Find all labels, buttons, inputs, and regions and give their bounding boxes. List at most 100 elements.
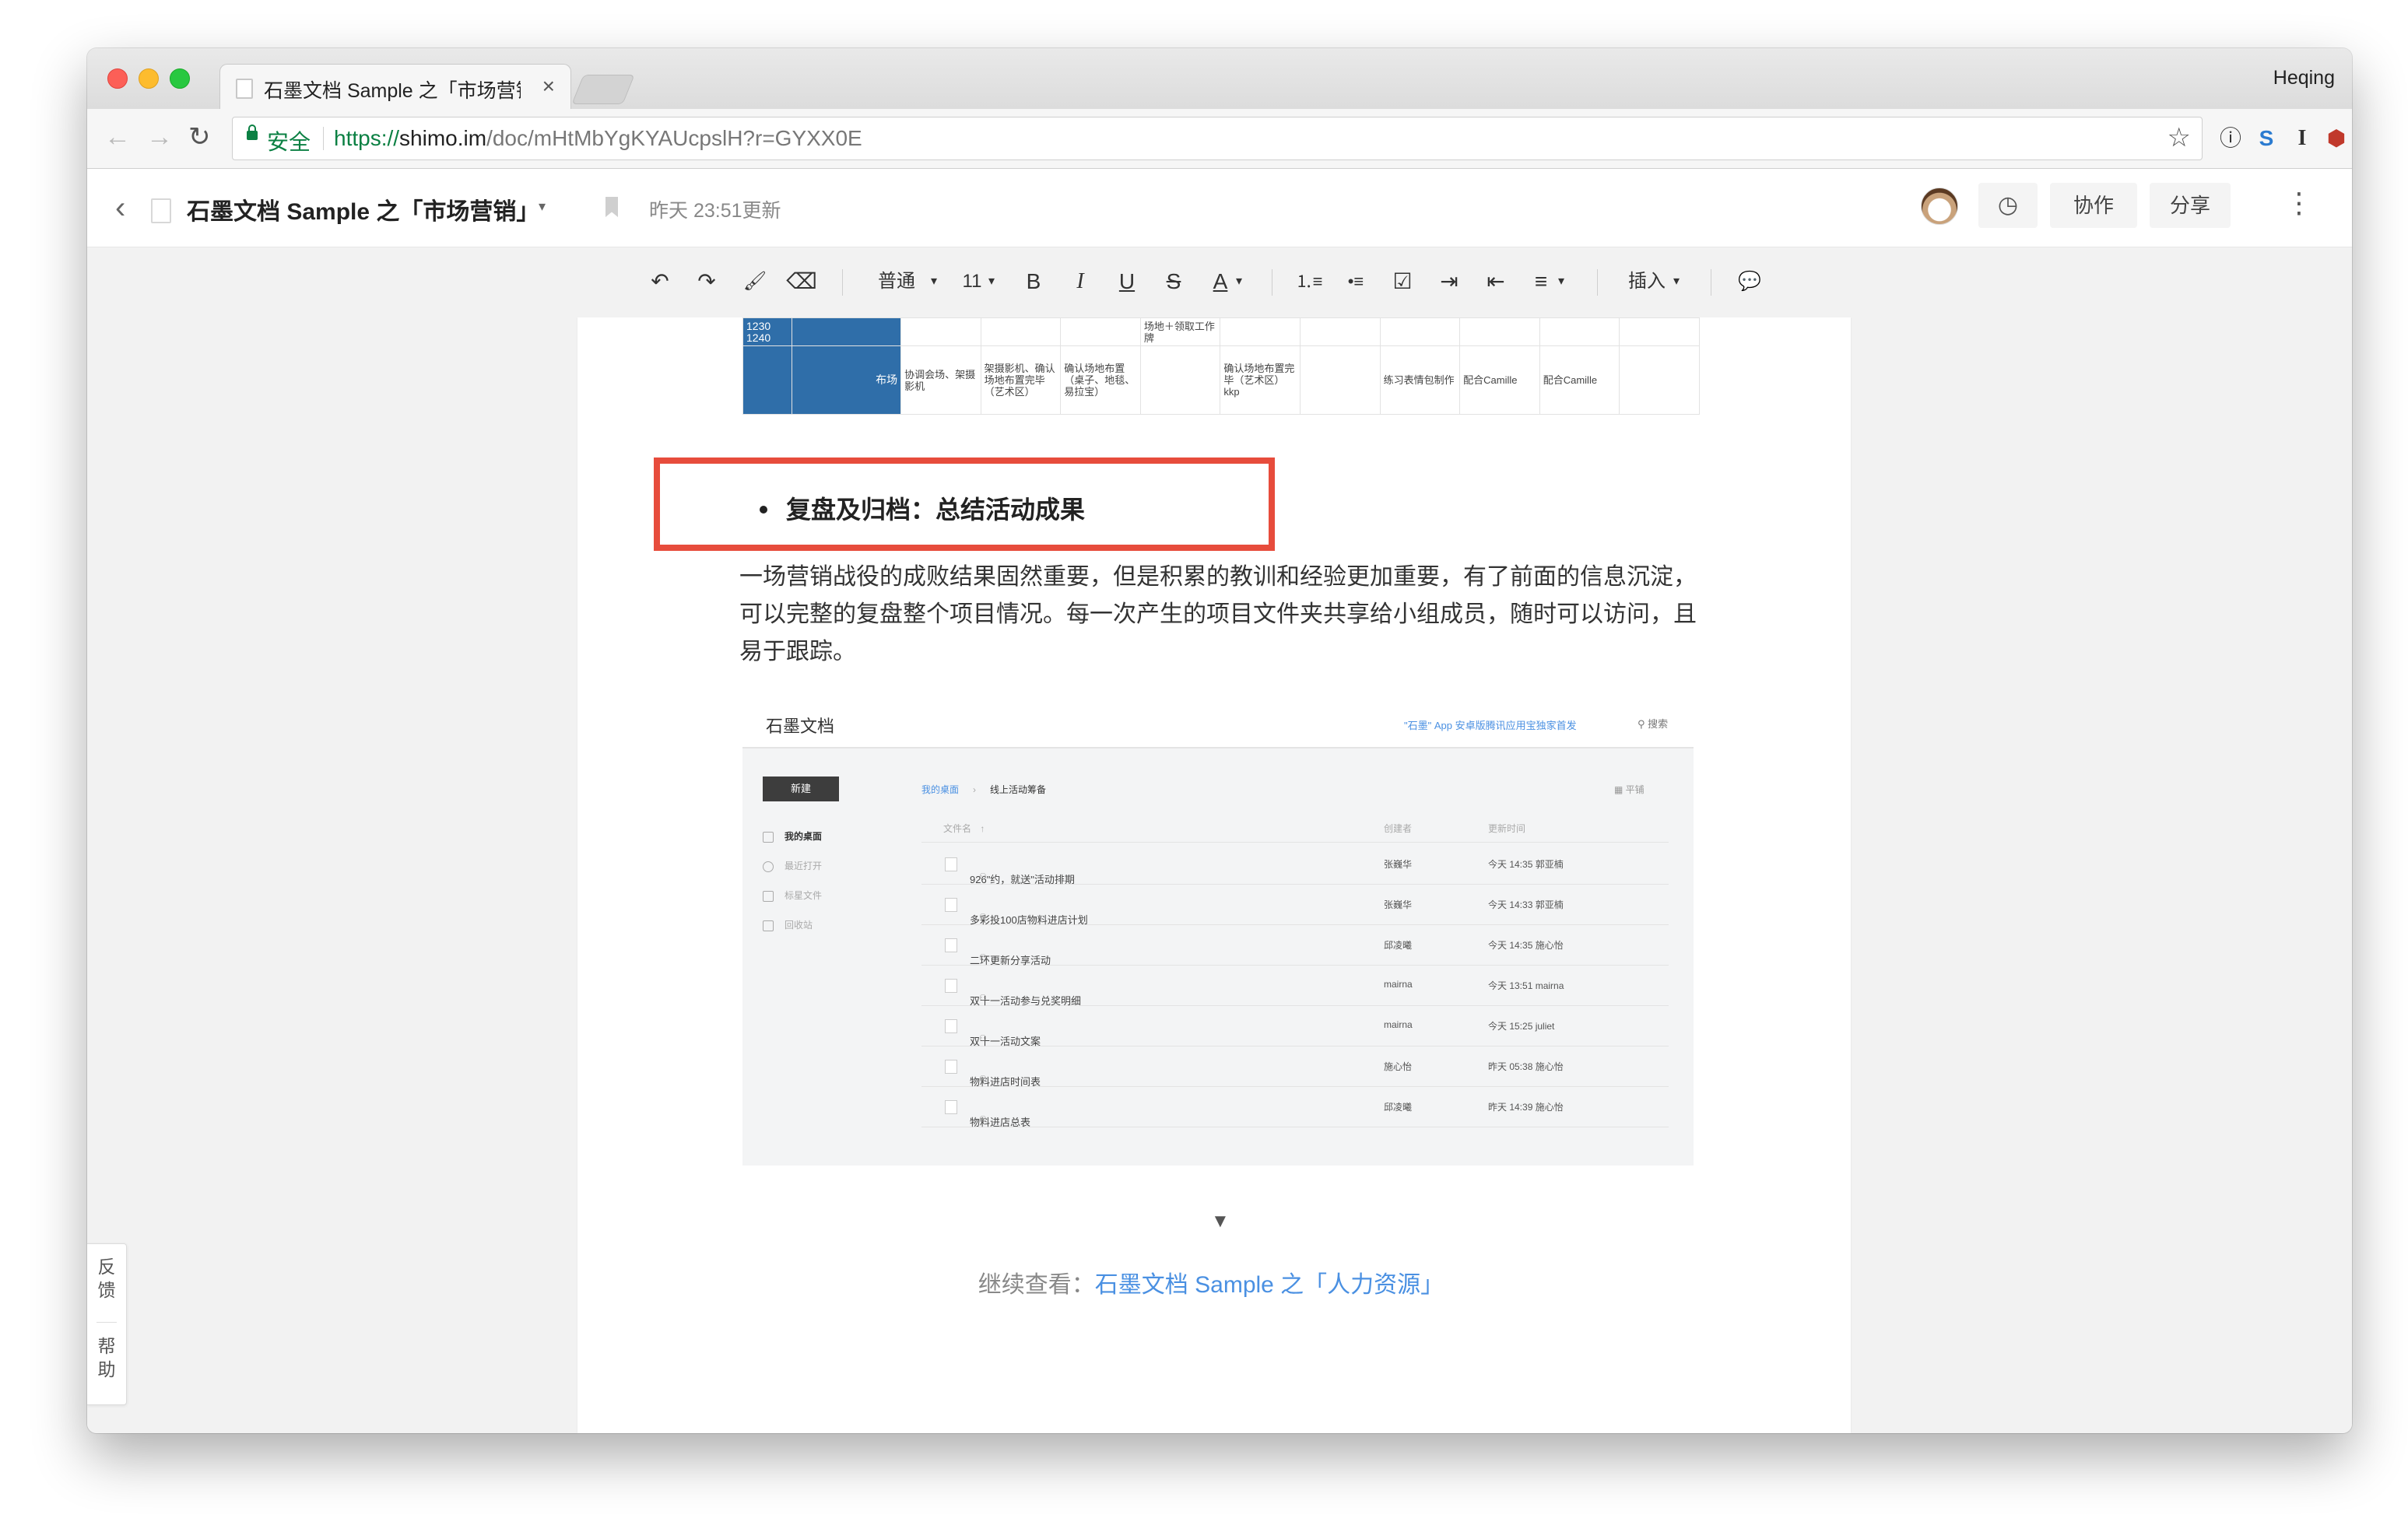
embedded-nav-label: 回收站 — [785, 920, 813, 931]
doc-favicon-icon — [236, 79, 253, 99]
table-row: 二环更新分享活动 ⚇ 邱凌曦 今天 14:35 施心怡 — [921, 924, 1669, 966]
address-bar[interactable]: 安全 https://shimo.im/doc/mHtMbYgKYAUcpslH… — [232, 117, 2203, 160]
file-updated: 今天 13:51 mairna — [1488, 980, 1564, 991]
tab-active[interactable]: 石墨文档 Sample 之「市场营销」 × — [219, 64, 571, 110]
body-paragraph[interactable]: 一场营销战役的成败结果固然重要，但是积累的教训和经验更加重要，有了前面的信息沉淀… — [739, 559, 1704, 671]
table-cell: 架摄影机、确认场地布置完毕（艺术区） — [980, 345, 1062, 415]
continue-reading: 继续查看：石墨文档 Sample 之「人力资源」 — [783, 1265, 1639, 1299]
font-color-dropdown-icon[interactable]: ▾ — [1233, 266, 1245, 297]
table-cell — [1220, 317, 1301, 346]
reload-icon[interactable]: ↻ — [188, 121, 211, 152]
ordered-list-icon[interactable]: ⒈≡ — [1292, 266, 1326, 297]
font-size-select[interactable]: 11 — [959, 266, 985, 297]
search-icon: ⚲ — [1638, 718, 1648, 730]
redo-icon[interactable]: ↷ — [691, 266, 722, 297]
bold-icon[interactable]: B — [1020, 266, 1048, 297]
extension-i-icon[interactable]: I — [2287, 123, 2318, 154]
file-updated: 昨天 05:38 施心怡 — [1488, 1061, 1564, 1072]
url-text[interactable]: https://shimo.im/doc/mHtMbYgKYAUcpslH?r=… — [334, 126, 862, 151]
strikethrough-icon[interactable]: S — [1160, 266, 1188, 297]
extension-s-icon[interactable]: S — [2251, 123, 2282, 154]
history-icon[interactable]: ◷ — [1978, 183, 2038, 228]
file-creator: 张巍华 — [1384, 899, 1413, 910]
paragraph-style-select[interactable]: 普通 — [873, 266, 920, 297]
table-cell — [1459, 317, 1540, 346]
forward-arrow-icon[interactable]: → — [146, 121, 173, 152]
embedded-view-label: 平铺 — [1625, 784, 1645, 795]
comment-icon[interactable]: 💬 — [1732, 266, 1767, 297]
tab-title: 石墨文档 Sample 之「市场营销」 — [264, 80, 521, 102]
next-doc-link[interactable]: 石墨文档 Sample 之「人力资源」 — [1095, 1272, 1444, 1298]
minimize-window-button[interactable] — [139, 68, 159, 89]
share-button[interactable]: 分享 — [2150, 183, 2231, 228]
align-dropdown-icon[interactable]: ▾ — [1555, 266, 1567, 297]
embedded-screenshot[interactable]: 石墨文档 "石墨" App 安卓版腾讯应用宝独家首发 ⚲ 搜索 新建 我的桌面 … — [742, 702, 1694, 1166]
clear-format-icon[interactable]: ⌫ — [786, 266, 817, 297]
format-toolbar: ↶ ↷ 🖌 ⌫ 普通 ▾ 11 ▾ B I U S A ▾ ⒈≡ •≡ ☑ ⇥ … — [87, 247, 2352, 318]
unordered-list-icon[interactable]: •≡ — [1339, 266, 1373, 297]
table-cell — [1619, 317, 1700, 346]
table-row: 布场 协调会场、架摄影机 架摄影机、确认场地布置完毕（艺术区） 确认场地布置（桌… — [742, 345, 1700, 415]
extension-evernote-icon[interactable]: ⬢ — [2321, 123, 2352, 154]
tab-close-icon[interactable]: × — [542, 74, 555, 99]
align-icon[interactable]: ≡ — [1525, 266, 1557, 297]
table-row: 926"约，就送"活动排期 ⚇ 张巍华 今天 14:35 郭亚楠 — [921, 843, 1669, 885]
outdent-icon[interactable]: ⇤ — [1479, 266, 1513, 297]
underline-icon[interactable]: U — [1113, 266, 1141, 297]
table-cell — [1139, 345, 1221, 415]
bookmark-star-icon[interactable]: ☆ — [2168, 122, 2191, 153]
url-path: /doc/mHtMbYgKYAUcpslH?r=GYXX0E — [486, 126, 862, 150]
help-button[interactable]: 帮助 — [97, 1334, 117, 1381]
embedded-search: ⚲ 搜索 — [1638, 716, 1668, 731]
embedded-logo: 石墨文档 — [766, 717, 835, 736]
back-arrow-icon[interactable]: ← — [104, 121, 131, 152]
file-icon — [945, 938, 957, 952]
extension-info-icon[interactable]: ⓘ — [2215, 123, 2246, 154]
file-creator: 邱凌曦 — [1384, 940, 1413, 951]
italic-icon[interactable]: I — [1066, 266, 1094, 297]
embedded-breadcrumb-item: 线上活动筹备 — [990, 784, 1047, 795]
font-size-dropdown-icon[interactable]: ▾ — [985, 266, 998, 297]
table-cell — [1539, 317, 1620, 346]
doc-header: ‹ 石墨文档 Sample 之「市场营销」 ▾ 昨天 23:51更新 ◷ 协作 … — [87, 169, 2352, 247]
doc-title[interactable]: 石墨文档 Sample 之「市场营销」 — [187, 192, 539, 226]
file-creator: mairna — [1384, 1019, 1413, 1030]
shared-icon: ⚇ — [979, 953, 987, 962]
title-dropdown-icon[interactable]: ▾ — [539, 198, 546, 215]
paint-format-icon[interactable]: 🖌 — [739, 266, 770, 297]
more-options-icon[interactable]: ⋮ — [2285, 188, 2313, 219]
bookmark-icon[interactable] — [606, 197, 618, 217]
file-icon — [945, 898, 957, 912]
file-icon — [945, 1019, 957, 1033]
new-tab-button[interactable] — [571, 75, 635, 104]
undo-icon[interactable]: ↶ — [644, 266, 676, 297]
file-icon — [945, 857, 957, 871]
maximize-window-button[interactable] — [170, 68, 190, 89]
avatar[interactable] — [1921, 188, 1958, 225]
section-heading[interactable]: 复盘及归档：总结活动成果 — [786, 490, 1085, 526]
insert-menu[interactable]: 插入 — [1625, 266, 1669, 297]
file-updated: 今天 14:35 郭亚楠 — [1488, 859, 1564, 870]
close-window-button[interactable] — [107, 68, 128, 89]
indent-icon[interactable]: ⇥ — [1432, 266, 1466, 297]
table-cell: 练习表情包制作 — [1379, 345, 1461, 415]
document-page[interactable]: 1230 1240 场地＋领取工作牌 布场 协调会场、架摄影机 架摄影机、确认场… — [577, 317, 1851, 1433]
file-creator: 施心怡 — [1384, 1061, 1413, 1072]
embedded-nav-label: 最近打开 — [785, 861, 823, 871]
font-color-icon[interactable]: A — [1206, 266, 1234, 297]
embedded-breadcrumb-item: 我的桌面 — [921, 784, 960, 795]
style-dropdown-icon[interactable]: ▾ — [928, 266, 940, 297]
schedule-table[interactable]: 1230 1240 场地＋领取工作牌 布场 协调会场、架摄影机 架摄影机、确认场… — [742, 317, 1700, 415]
browser-toolbar: ← → ↻ 安全 https://shimo.im/doc/mHtMbYgKYA… — [87, 109, 2352, 169]
profile-name[interactable]: Heqing — [2273, 67, 2335, 89]
url-host: shimo.im — [399, 126, 487, 150]
embedded-header-divider — [921, 842, 1669, 843]
feedback-button[interactable]: 反馈 — [97, 1255, 117, 1302]
table-cell — [1060, 317, 1141, 346]
insert-dropdown-icon[interactable]: ▾ — [1670, 266, 1683, 297]
back-chevron-icon[interactable]: ‹ — [115, 191, 125, 226]
collaborate-button[interactable]: 协作 — [2050, 183, 2137, 228]
expand-arrow-icon[interactable]: ▼ — [1211, 1211, 1230, 1232]
breadcrumb-separator: › — [973, 784, 977, 795]
checklist-icon[interactable]: ☑ — [1385, 266, 1420, 297]
